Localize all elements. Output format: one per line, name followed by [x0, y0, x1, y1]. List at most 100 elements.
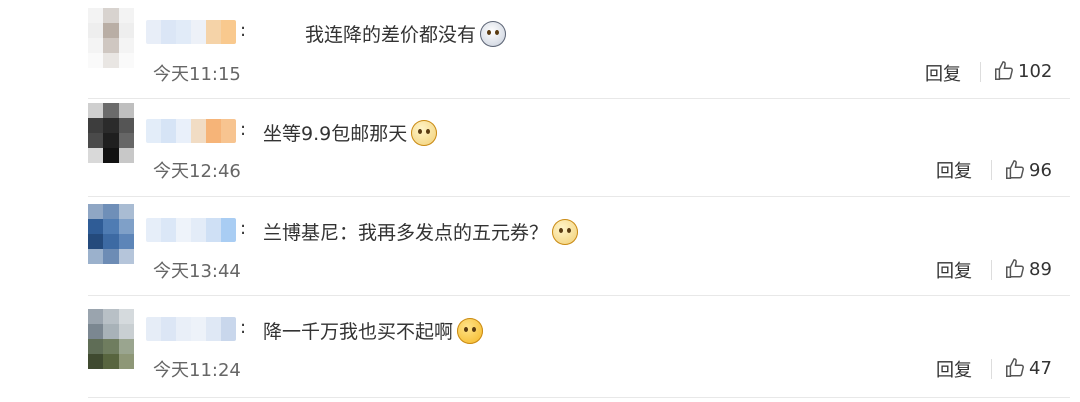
avatar-mosaic-cell	[103, 219, 119, 234]
avatar-mosaic-cell	[118, 324, 134, 339]
avatar-mosaic-cell	[103, 103, 119, 118]
avatar-mosaic-cell	[118, 219, 134, 234]
username-mosaic-cell	[176, 317, 191, 341]
avatar-mosaic-cell	[88, 103, 104, 118]
avatar-mosaic-cell	[88, 219, 104, 234]
thumbs-up-icon	[1006, 160, 1024, 179]
reply-button[interactable]: 回复	[936, 356, 972, 382]
avatar-mosaic-cell	[103, 309, 119, 324]
avatar-mosaic-cell	[103, 133, 119, 148]
username-mosaic-cell	[146, 119, 161, 143]
username-blurred[interactable]	[146, 20, 236, 44]
avatar-mosaic-cell	[88, 8, 104, 23]
username-mosaic-cell	[221, 20, 236, 44]
avatar-mosaic-cell	[103, 339, 119, 354]
avatar-mosaic-cell	[103, 324, 119, 339]
avatar[interactable]	[88, 103, 134, 163]
reply-button[interactable]: 回复	[936, 157, 972, 183]
username-mosaic-cell	[146, 218, 161, 242]
avatar-mosaic-cell	[88, 148, 104, 163]
comment-divider	[88, 397, 1070, 398]
avatar-mosaic-cell	[118, 8, 134, 23]
avatar-mosaic-cell	[118, 103, 134, 118]
colon-separator: :	[240, 119, 247, 140]
reply-button[interactable]: 回复	[936, 257, 972, 283]
thumbs-up-icon	[995, 61, 1013, 80]
comment-body: 降一千万我也买不起啊	[263, 321, 454, 343]
comment-timestamp: 今天11:24	[153, 360, 241, 381]
like-count: 102	[1018, 60, 1053, 82]
comment-timestamp: 今天13:44	[153, 261, 241, 282]
avatar-mosaic-cell	[88, 133, 104, 148]
username-blurred[interactable]	[146, 317, 236, 341]
like-button[interactable]: 96	[1004, 159, 1052, 181]
like-count: 47	[1029, 357, 1052, 379]
like-button[interactable]: 102	[993, 60, 1052, 82]
comment-text: 兰博基尼：我再多发点的五元券？	[263, 218, 579, 245]
username-mosaic-cell	[176, 20, 191, 44]
comment-text: 降一千万我也买不起啊	[263, 317, 484, 344]
avatar-mosaic-cell	[88, 38, 104, 53]
avatar-mosaic-cell	[88, 23, 104, 38]
username-mosaic-cell	[161, 317, 176, 341]
avatar[interactable]	[88, 309, 134, 369]
action-divider	[991, 359, 992, 379]
action-divider	[991, 160, 992, 180]
comment-text: 坐等9.9包邮那天	[263, 119, 438, 146]
username-mosaic-cell	[221, 317, 236, 341]
avatar-mosaic-cell	[118, 234, 134, 249]
action-divider	[991, 260, 992, 280]
like-button[interactable]: 89	[1004, 258, 1052, 280]
username-mosaic-cell	[161, 119, 176, 143]
avatar[interactable]	[88, 204, 134, 264]
avatar-mosaic-cell	[103, 234, 119, 249]
username-mosaic-cell	[176, 218, 191, 242]
avatar-mosaic-cell	[118, 354, 134, 369]
action-divider	[980, 62, 981, 82]
comment-timestamp: 今天11:15	[153, 64, 241, 85]
comment-item: : 降一千万我也买不起啊 今天11:24 回复 47	[0, 297, 1080, 398]
username-blurred[interactable]	[146, 218, 236, 242]
colon-separator: :	[240, 20, 247, 41]
avatar-mosaic-cell	[118, 38, 134, 53]
username-mosaic-cell	[221, 119, 236, 143]
comment-item: : 坐等9.9包邮那天 今天12:46 回复 96	[0, 99, 1080, 198]
comment-divider	[88, 295, 1070, 296]
colon-separator: :	[240, 317, 247, 338]
username-mosaic-cell	[191, 218, 206, 242]
username-mosaic-cell	[191, 119, 206, 143]
avatar-mosaic-cell	[88, 249, 104, 264]
comment-timestamp: 今天12:46	[153, 161, 241, 182]
avatar-mosaic-cell	[103, 354, 119, 369]
like-count: 96	[1029, 159, 1052, 181]
doge-emoji-icon	[411, 119, 438, 146]
avatar-mosaic-cell	[88, 324, 104, 339]
avatar-mosaic-cell	[103, 8, 119, 23]
username-mosaic-cell	[191, 20, 206, 44]
username-mosaic-cell	[221, 218, 236, 242]
username-blurred[interactable]	[146, 119, 236, 143]
comment-body: 兰博基尼：我再多发点的五元券？	[263, 222, 549, 244]
avatar-mosaic-cell	[118, 339, 134, 354]
reply-button[interactable]: 回复	[925, 60, 961, 86]
avatar-mosaic-cell	[118, 53, 134, 68]
username-mosaic-cell	[206, 317, 221, 341]
username-mosaic-cell	[146, 20, 161, 44]
comment-item: : 我连降的差价都没有 今天11:15 回复 102	[0, 0, 1080, 99]
comment-body: 我连降的差价都没有	[305, 24, 477, 46]
avatar-mosaic-cell	[88, 53, 104, 68]
avatar-mosaic-cell	[118, 249, 134, 264]
like-button[interactable]: 47	[1004, 357, 1052, 379]
avatar[interactable]	[88, 8, 134, 68]
smirk-emoji-icon	[457, 317, 484, 344]
username-mosaic-cell	[161, 218, 176, 242]
doge-emoji-icon	[552, 218, 579, 245]
avatar-mosaic-cell	[118, 148, 134, 163]
comment-item: : 兰博基尼：我再多发点的五元券？ 今天13:44 回复 89	[0, 198, 1080, 297]
avatar-mosaic-cell	[118, 133, 134, 148]
thumbs-up-icon	[1006, 259, 1024, 278]
avatar-mosaic-cell	[103, 23, 119, 38]
username-mosaic-cell	[161, 20, 176, 44]
username-mosaic-cell	[191, 317, 206, 341]
avatar-mosaic-cell	[88, 354, 104, 369]
